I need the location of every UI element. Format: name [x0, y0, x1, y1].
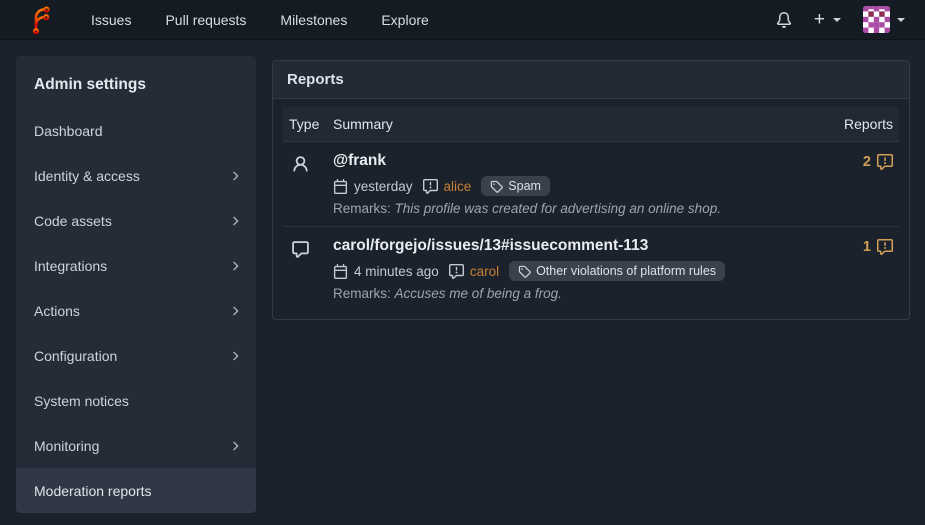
- remarks-text: This profile was created for advertising…: [395, 201, 721, 216]
- sidebar-item-label: Identity & access: [34, 168, 140, 184]
- sidebar-item-label: Dashboard: [34, 123, 103, 139]
- person-icon: [291, 155, 310, 174]
- report-meta: yesterday alice Spam: [333, 176, 803, 196]
- remarks-label: Remarks:: [333, 201, 391, 216]
- plus-icon: +: [814, 10, 825, 29]
- reports-table: Type Summary Reports: [283, 107, 899, 311]
- caret-down-icon: [897, 18, 905, 22]
- report-comment-icon: [877, 154, 893, 170]
- caret-down-icon: [833, 18, 841, 22]
- sidebar-item-actions[interactable]: Actions: [16, 288, 256, 333]
- chevron-right-icon: [228, 259, 242, 273]
- chevron-right-icon: [228, 439, 242, 453]
- nav-item-pull-requests[interactable]: Pull requests: [152, 4, 259, 36]
- avatar: [863, 6, 890, 33]
- sidebar-item-label: Monitoring: [34, 438, 99, 454]
- nav-item-milestones[interactable]: Milestones: [267, 4, 360, 36]
- sidebar-item-dashboard[interactable]: Dashboard: [16, 108, 256, 153]
- sidebar-item-system-notices[interactable]: System notices: [16, 378, 256, 423]
- label-text: Other violations of platform rules: [536, 264, 716, 278]
- label-text: Spam: [508, 179, 541, 193]
- nav-item-issues[interactable]: Issues: [78, 4, 144, 36]
- comment-icon: [291, 240, 310, 259]
- sidebar-title: Admin settings: [16, 56, 256, 108]
- panel-title: Reports: [273, 61, 909, 99]
- remarks: Remarks: Accuses me of being a frog.: [333, 286, 803, 301]
- sidebar-item-moderation-reports[interactable]: Moderation reports: [16, 468, 256, 513]
- sidebar-item-monitoring[interactable]: Monitoring: [16, 423, 256, 468]
- sidebar-item-label: Integrations: [34, 258, 107, 274]
- remarks-label: Remarks:: [333, 286, 391, 301]
- table-row: carol/forgejo/issues/13#issuecomment-113…: [283, 227, 899, 312]
- report-count-link[interactable]: 1: [863, 239, 893, 255]
- chevron-right-icon: [228, 169, 242, 183]
- remarks: Remarks: This profile was created for ad…: [333, 201, 803, 216]
- report-comment-icon: [423, 179, 438, 194]
- report-count: 2: [863, 154, 871, 170]
- sidebar-item-label: System notices: [34, 393, 129, 409]
- report-count: 1: [863, 239, 871, 255]
- sidebar-item-label: Actions: [34, 303, 80, 319]
- remarks-text: Accuses me of being a frog.: [395, 286, 562, 301]
- sidebar-item-label: Moderation reports: [34, 483, 152, 499]
- admin-settings-sidebar: Admin settings Dashboard Identity & acce…: [16, 56, 256, 513]
- primary-nav: Issues Pull requests Milestones Explore: [78, 4, 442, 36]
- tag-icon: [490, 180, 503, 193]
- sidebar-item-label: Configuration: [34, 348, 117, 364]
- main-content: Reports Type Summary Reports: [272, 60, 910, 320]
- nav-item-explore[interactable]: Explore: [368, 4, 441, 36]
- panel-body: Type Summary Reports: [273, 99, 909, 319]
- page-container: Admin settings Dashboard Identity & acce…: [0, 40, 925, 513]
- sidebar-item-label: Code assets: [34, 213, 112, 229]
- abuse-category-label[interactable]: Spam: [481, 176, 550, 196]
- calendar-icon: [333, 179, 348, 194]
- sidebar-item-configuration[interactable]: Configuration: [16, 333, 256, 378]
- sidebar-item-identity-access[interactable]: Identity & access: [16, 153, 256, 198]
- calendar-icon: [333, 264, 348, 279]
- chevron-right-icon: [228, 214, 242, 228]
- top-navbar: Issues Pull requests Milestones Explore …: [0, 0, 925, 40]
- reported-content-link[interactable]: carol/forgejo/issues/13#issuecomment-113: [333, 237, 803, 255]
- column-header-reports: Reports: [809, 107, 899, 142]
- bell-icon: [776, 12, 792, 28]
- report-date: 4 minutes ago: [354, 264, 439, 279]
- sidebar-item-integrations[interactable]: Integrations: [16, 243, 256, 288]
- report-meta: 4 minutes ago carol Other violations of …: [333, 261, 803, 281]
- column-header-type: Type: [283, 107, 327, 142]
- chevron-right-icon: [228, 349, 242, 363]
- navbar-right: +: [772, 2, 909, 37]
- report-date: yesterday: [354, 179, 413, 194]
- column-header-summary: Summary: [327, 107, 809, 142]
- report-count-link[interactable]: 2: [863, 154, 893, 170]
- report-comment-icon: [877, 239, 893, 255]
- reported-content-link[interactable]: @frank: [333, 152, 803, 170]
- table-row: @frank yesterday alice Spam: [283, 142, 899, 227]
- reports-panel: Reports Type Summary Reports: [272, 60, 910, 320]
- abuse-category-label[interactable]: Other violations of platform rules: [509, 261, 725, 281]
- report-comment-icon: [449, 264, 464, 279]
- forgejo-logo[interactable]: [26, 5, 56, 35]
- chevron-right-icon: [228, 304, 242, 318]
- notifications-button[interactable]: [772, 8, 796, 32]
- tag-icon: [518, 265, 531, 278]
- sidebar-item-code-assets[interactable]: Code assets: [16, 198, 256, 243]
- user-menu-dropdown[interactable]: [859, 2, 909, 37]
- reporter-link[interactable]: alice: [444, 179, 472, 194]
- reporter-link[interactable]: carol: [470, 264, 499, 279]
- create-new-dropdown[interactable]: +: [810, 6, 845, 33]
